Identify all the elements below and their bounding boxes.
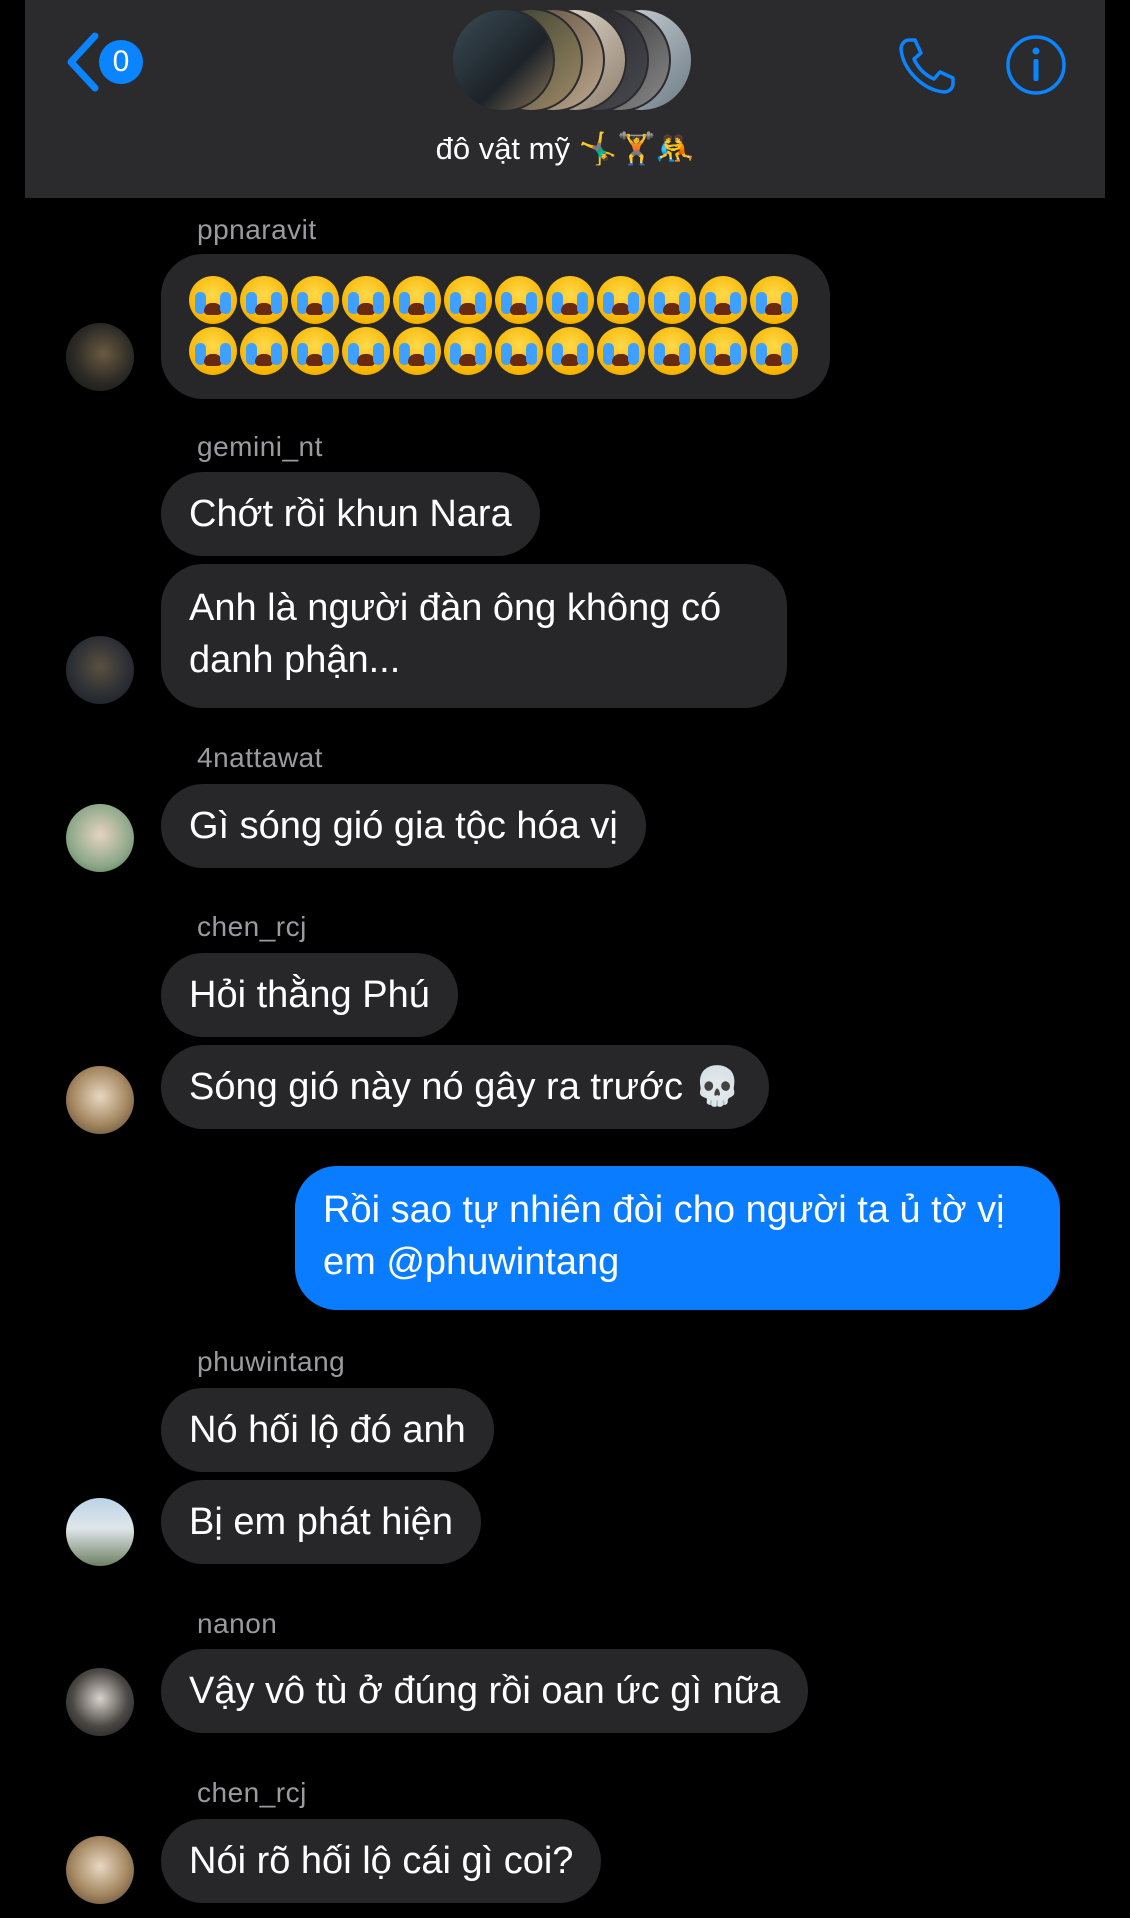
message-text: Gì sóng gió gia tộc hóa vị [189,805,618,847]
crying-face-icon [291,276,339,324]
crying-face-icon [189,276,237,324]
group-avatar-stack[interactable] [439,8,699,114]
crying-face-icon [393,276,441,324]
message-text: Anh là người đàn ông không có danh phận.… [189,587,722,681]
crying-face-icon [750,276,798,324]
crying-face-icon [546,327,594,375]
message-text: Hỏi thằng Phú [189,974,430,1016]
crying-face-icon [342,327,390,375]
emoji-row [189,276,802,324]
group-title[interactable]: đô vật mỹ 🤸‍♂️🏋️🤼 [25,130,1105,167]
message-bubble[interactable]: Hỏi thằng Phú [161,953,458,1037]
sender-name: ppnaravit [197,214,317,245]
message-bubble[interactable]: Vậy vô tù ở đúng rồi oan ức gì nữa [161,1649,809,1733]
crying-face-icon [240,327,288,375]
crying-face-icon [597,327,645,375]
message-text: Vậy vô tù ở đúng rồi oan ức gì nữa [189,1670,781,1712]
message-bubble[interactable]: 😭😭😭😭😭😭😭😭😭😭😭😭😭😭😭😭😭😭😭😭😭😭😭😭 [161,254,830,399]
crying-face-icon [699,327,747,375]
crying-face-icon [189,327,237,375]
crying-face-icon [342,276,390,324]
conversation-header: 0 đô vật mỹ 🤸‍♂️🏋️🤼 [25,0,1105,198]
crying-face-icon [393,327,441,375]
avatar[interactable] [66,1498,134,1566]
crying-face-icon [444,276,492,324]
unread-count-badge: 0 [99,40,143,84]
message-text: Rồi sao tự nhiên đòi cho người ta ủ tờ v… [323,1189,1005,1283]
avatar[interactable] [66,1066,134,1134]
message-text: Nó hối lộ đó anh [189,1409,466,1451]
crying-face-icon [699,276,747,324]
avatar[interactable] [66,1668,134,1736]
crying-face-icon [495,276,543,324]
avatar[interactable] [66,804,134,872]
outgoing-message-bubble[interactable]: Rồi sao tự nhiên đòi cho người ta ủ tờ v… [295,1166,1060,1310]
message-bubble[interactable]: Sóng gió này nó gây ra trước 💀 [161,1045,769,1129]
message-bubble[interactable]: Anh là người đàn ông không có danh phận.… [161,564,787,708]
message-text: Bị em phát hiện [189,1501,454,1543]
message-text: Nói rõ hối lộ cái gì coi? [189,1840,574,1882]
member-avatar [451,8,555,112]
crying-face-icon [444,327,492,375]
avatar[interactable] [66,1836,134,1904]
info-icon[interactable] [1003,32,1069,98]
chat-screen: 0 đô vật mỹ 🤸‍♂️🏋️🤼 ppnaravit 😭😭😭😭😭😭😭😭😭😭… [0,0,1130,1918]
crying-face-icon [750,327,798,375]
message-bubble[interactable]: Gì sóng gió gia tộc hóa vị [161,784,646,868]
crying-face-icon [597,276,645,324]
sender-name: phuwintang [197,1346,346,1377]
message-bubble[interactable]: Chớt rồi khun Nara [161,472,540,556]
crying-face-icon [648,276,696,324]
crying-face-icon [240,276,288,324]
emoji-row [189,327,802,375]
sender-name: chen_rcj [197,1777,307,1808]
avatar[interactable] [66,636,134,704]
sender-name: 4nattawat [197,742,323,773]
sender-name: gemini_nt [197,431,323,462]
message-text: Chớt rồi khun Nara [189,493,512,535]
back-button[interactable]: 0 [63,30,143,94]
sender-name: chen_rcj [197,911,307,942]
message-bubble[interactable]: Bị em phát hiện [161,1480,482,1564]
chevron-left-icon [67,32,99,92]
phone-icon[interactable] [895,32,961,98]
crying-face-icon [495,327,543,375]
message-bubble[interactable]: Nó hối lộ đó anh [161,1388,494,1472]
crying-face-icon [291,327,339,375]
crying-face-icon [648,327,696,375]
sender-name: nanon [197,1608,278,1639]
message-bubble[interactable]: Nói rõ hối lộ cái gì coi? [161,1819,602,1903]
crying-face-icon [546,276,594,324]
avatar[interactable] [66,323,134,391]
message-text: Sóng gió này nó gây ra trước 💀 [189,1066,741,1108]
